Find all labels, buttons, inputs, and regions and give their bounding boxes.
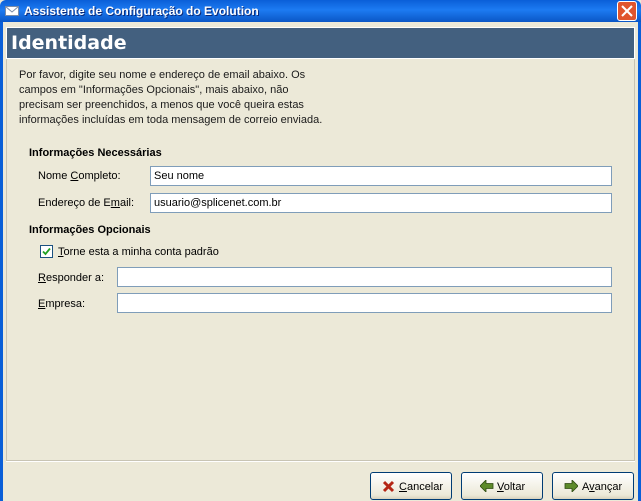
checkmark-icon: [42, 247, 51, 256]
window-titlebar[interactable]: Assistente de Configuração do Evolution: [0, 0, 641, 22]
company-input[interactable]: [117, 293, 612, 313]
intro-line: precisam ser preenchidos, a menos que vo…: [19, 99, 304, 111]
arrow-left-icon: [480, 480, 494, 492]
required-section-title: Informações Necessárias: [29, 147, 162, 159]
evolution-mail-icon: [5, 4, 19, 17]
divider: [6, 461, 635, 462]
forward-button[interactable]: Avançar: [552, 472, 634, 500]
email-label: Endereço de Email:: [38, 197, 135, 209]
page-header: Identidade: [6, 27, 635, 59]
optional-section-title: Informações Opcionais: [29, 224, 151, 236]
back-button[interactable]: Voltar: [461, 472, 543, 500]
intro-line: campos em "Informações Opcionais", mais …: [19, 84, 289, 96]
arrow-right-icon: [564, 480, 578, 492]
full-name-input[interactable]: [150, 166, 612, 186]
email-input[interactable]: [150, 193, 612, 213]
x-icon: [382, 480, 395, 493]
company-label: Empresa:: [38, 298, 86, 310]
intro-line: Por favor, digite seu nome e endereço de…: [19, 69, 306, 81]
intro-line: informações incluídas em toda mensagem d…: [19, 114, 323, 126]
default-account-checkbox[interactable]: [40, 245, 53, 258]
window-title: Assistente de Configuração do Evolution: [24, 4, 259, 18]
reply-to-input[interactable]: [117, 267, 612, 287]
close-icon: [621, 5, 633, 17]
default-account-label[interactable]: Torne esta a minha conta padrão: [58, 246, 219, 258]
page-title: Identidade: [11, 32, 127, 54]
intro-text: Por favor, digite seu nome e endereço de…: [19, 68, 349, 128]
close-button[interactable]: [617, 1, 637, 21]
reply-to-label: Responder a:: [38, 272, 105, 284]
full-name-label: Nome Completo:: [38, 170, 121, 182]
cancel-button[interactable]: Cancelar: [370, 472, 452, 500]
